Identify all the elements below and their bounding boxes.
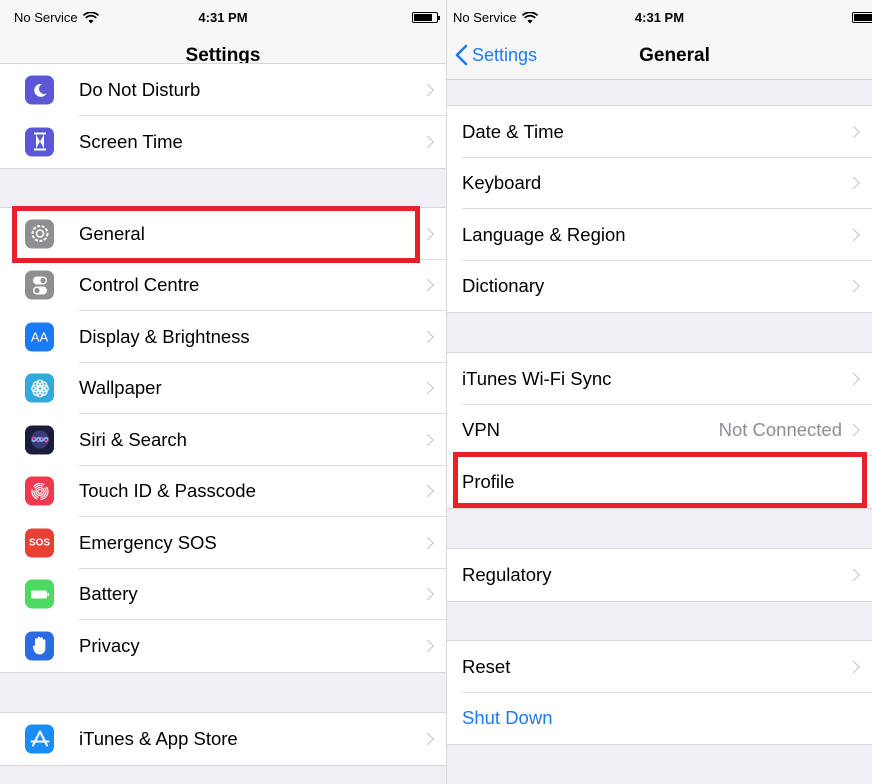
settings-item-label: Privacy xyxy=(79,634,140,656)
battery-indicator-icon xyxy=(852,12,872,23)
chevron-right-icon xyxy=(847,372,860,386)
general-item-label: Date & Time xyxy=(462,120,564,142)
chevron-right-icon xyxy=(847,660,860,674)
chevron-right-icon xyxy=(847,228,860,242)
general-item-label: iTunes Wi-Fi Sync xyxy=(462,367,612,389)
general-item-keyboard[interactable]: Keyboard xyxy=(447,158,872,209)
settings-item-itunes-app-store[interactable]: iTunes & App Store xyxy=(0,713,446,765)
chevron-right-icon xyxy=(421,135,434,149)
general-group-3: Regulatory xyxy=(447,548,872,602)
shut-down-button[interactable]: Shut Down xyxy=(447,693,872,745)
hand-icon xyxy=(25,631,54,661)
settings-item-label: General xyxy=(79,222,145,244)
chevron-right-icon xyxy=(421,433,434,447)
chevron-right-icon xyxy=(847,423,860,437)
settings-item-label: Battery xyxy=(79,583,138,605)
fingerprint-icon xyxy=(25,476,54,506)
general-item-label: Dictionary xyxy=(462,275,545,297)
status-time: 4:31 PM xyxy=(198,10,248,25)
vpn-status-value: Not Connected xyxy=(718,419,842,441)
settings-item-display-brightness[interactable]: AA Display & Brightness xyxy=(0,311,446,363)
settings-group-2: General Control Centre AA Display & Brig… xyxy=(0,207,446,673)
settings-item-touch-id[interactable]: Touch ID & Passcode xyxy=(0,466,446,517)
settings-group-3: iTunes & App Store xyxy=(0,712,446,766)
chevron-right-icon xyxy=(847,279,860,293)
chevron-right-icon xyxy=(421,587,434,601)
general-group-4: Reset Shut Down xyxy=(447,640,872,745)
chevron-right-icon xyxy=(847,125,860,139)
nav-bar: Settings General xyxy=(447,34,872,80)
general-item-language-region[interactable]: Language & Region xyxy=(447,209,872,261)
settings-item-label: Siri & Search xyxy=(79,428,187,450)
settings-item-label: Touch ID & Passcode xyxy=(79,480,256,502)
settings-item-label: Emergency SOS xyxy=(79,531,217,553)
chevron-right-icon xyxy=(421,639,434,653)
chevron-right-icon xyxy=(421,227,434,241)
general-item-dictionary[interactable]: Dictionary xyxy=(447,261,872,313)
settings-item-screen-time[interactable]: Screen Time xyxy=(0,116,446,168)
app-store-icon xyxy=(25,724,54,754)
chevron-right-icon xyxy=(421,732,434,746)
settings-item-emergency-sos[interactable]: SOS Emergency SOS xyxy=(0,517,446,569)
switches-icon xyxy=(25,270,54,300)
battery-icon xyxy=(25,579,54,609)
hourglass-icon xyxy=(25,127,54,157)
general-item-regulatory[interactable]: Regulatory xyxy=(447,549,872,601)
chevron-left-icon xyxy=(455,44,468,66)
battery-indicator-icon xyxy=(412,12,440,23)
status-bar: No Service 4:31 PM xyxy=(0,0,446,34)
chevron-right-icon xyxy=(421,83,434,97)
gear-icon xyxy=(25,219,54,249)
chevron-right-icon xyxy=(847,568,860,582)
general-group-2: iTunes Wi-Fi Sync VPN Not Connected Prof… xyxy=(447,352,872,509)
chevron-right-icon xyxy=(421,536,434,550)
sos-icon: SOS xyxy=(25,528,54,558)
general-item-label: Language & Region xyxy=(462,223,626,245)
settings-item-label: Do Not Disturb xyxy=(79,79,201,100)
page-title: General xyxy=(639,45,710,66)
settings-item-do-not-disturb[interactable]: Do Not Disturb xyxy=(0,64,446,116)
general-item-label: VPN xyxy=(462,419,501,441)
shut-down-label: Shut Down xyxy=(462,707,553,729)
chevron-right-icon xyxy=(421,278,434,292)
general-item-itunes-wifi-sync[interactable]: iTunes Wi-Fi Sync xyxy=(447,353,872,405)
general-item-label: Keyboard xyxy=(462,172,542,194)
general-item-label: Reset xyxy=(462,655,511,677)
settings-item-control-centre[interactable]: Control Centre xyxy=(0,260,446,311)
settings-item-label: Control Centre xyxy=(79,274,200,296)
status-time: 4:31 PM xyxy=(634,10,685,25)
chevron-right-icon xyxy=(421,381,434,395)
settings-item-general[interactable]: General xyxy=(0,208,446,260)
settings-item-label: iTunes & App Store xyxy=(79,727,238,749)
general-item-profile[interactable]: Profile xyxy=(447,456,872,508)
text-size-icon: AA xyxy=(25,322,54,352)
general-item-vpn[interactable]: VPN Not Connected xyxy=(447,405,872,456)
settings-group-1: Do Not Disturb Screen Time xyxy=(0,63,446,169)
general-group-1: Date & Time Keyboard Language & Region D… xyxy=(447,105,872,313)
settings-item-label: Screen Time xyxy=(79,130,183,152)
siri-icon xyxy=(25,425,54,455)
general-item-date-time[interactable]: Date & Time xyxy=(447,106,872,158)
flower-icon xyxy=(25,373,54,403)
settings-item-siri-search[interactable]: Siri & Search xyxy=(0,414,446,466)
settings-item-wallpaper[interactable]: Wallpaper xyxy=(0,363,446,414)
general-screen: No Service 4:31 PM Settings General Date… xyxy=(447,0,872,784)
settings-item-battery[interactable]: Battery xyxy=(0,569,446,620)
general-item-label: Profile xyxy=(462,470,515,492)
general-item-reset[interactable]: Reset xyxy=(447,641,872,693)
settings-item-label: Wallpaper xyxy=(79,377,162,399)
general-item-label: Regulatory xyxy=(462,563,552,585)
moon-icon xyxy=(25,75,54,105)
status-bar: No Service 4:31 PM xyxy=(447,0,872,34)
settings-item-privacy[interactable]: Privacy xyxy=(0,620,446,672)
settings-item-label: Display & Brightness xyxy=(79,325,250,347)
chevron-right-icon xyxy=(421,330,434,344)
settings-screen: No Service 4:31 PM Settings Do Not Distu… xyxy=(0,0,446,784)
chevron-right-icon xyxy=(847,176,860,190)
chevron-right-icon xyxy=(421,484,434,498)
